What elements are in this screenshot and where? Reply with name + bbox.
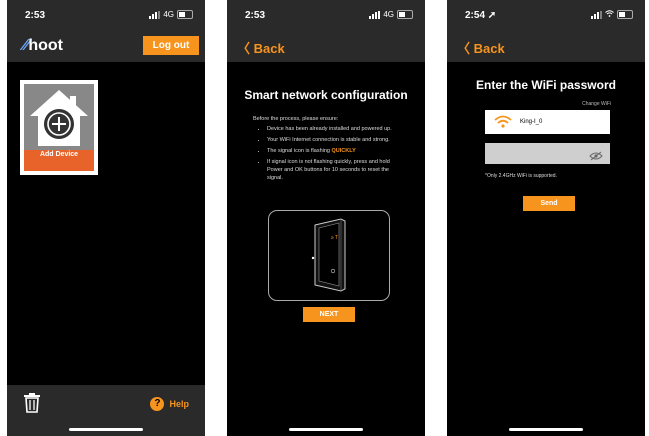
home-screen: 2:53 4G ⁄⁄hoot Log out Add Device ? Help (7, 0, 205, 436)
battery-icon (397, 10, 413, 19)
change-wifi-link[interactable]: Change WiFi (582, 101, 611, 107)
chevron-left-icon: 〈 (457, 41, 471, 56)
help-button[interactable]: ? Help (150, 397, 189, 411)
back-button[interactable]: 〈 Back (237, 38, 285, 57)
home-indicator (69, 428, 143, 431)
status-time: 2:53 (25, 10, 46, 21)
bottom-bar: ? Help (7, 385, 205, 436)
svg-text:≥ T: ≥ T (331, 235, 338, 241)
eye-slash-icon[interactable] (589, 148, 603, 166)
device-illustration: ≥ T (268, 210, 390, 301)
wifi-screen: 2:54 ➚ 〈 Back Enter the WiFi password Ch… (447, 0, 645, 436)
home-indicator (289, 428, 363, 431)
status-bar: 2:53 4G (7, 0, 205, 30)
back-label: Back (473, 41, 505, 56)
add-device-label: Add Device (24, 150, 94, 171)
add-device-text: Add Device (39, 151, 79, 158)
status-time: 2:54 ➚ (465, 10, 496, 21)
logo-text: hoot (28, 37, 63, 54)
house-icon (24, 84, 94, 151)
status-bar: 2:53 4G (227, 0, 425, 30)
add-device-tile[interactable]: Add Device (20, 80, 98, 175)
list-item: Your WiFi Internet connection is stable … (267, 136, 397, 144)
network-type: 4G (383, 10, 394, 19)
list-item: The signal icon is flashing QUICKLY (267, 147, 397, 155)
help-label: Help (169, 399, 189, 409)
location-arrow-icon: ➚ (487, 10, 497, 21)
status-time-text: 2:54 (465, 10, 486, 21)
network-type: 4G (163, 10, 174, 19)
wifi-network-field[interactable]: King-I_0 (485, 110, 610, 134)
page-title: Smart network configuration (244, 88, 408, 102)
instructions-intro: Before the process, please ensure: (253, 116, 339, 122)
status-indicators (591, 10, 633, 19)
step-text: The signal icon is flashing (267, 148, 330, 154)
status-time: 2:53 (245, 10, 266, 21)
list-item: If signal icon is not flashing quickly, … (267, 158, 397, 182)
page-title: Enter the WiFi password (476, 78, 616, 92)
wifi-status-icon (605, 10, 614, 19)
instruction-list: Device has been already installed and po… (255, 125, 397, 185)
config-screen: 2:53 4G 〈 Back Smart network configurati… (227, 0, 425, 436)
cell-signal-icon (369, 10, 381, 19)
chevron-left-icon: 〈 (237, 41, 251, 56)
list-item: Device has been already installed and po… (267, 125, 397, 133)
app-logo: ⁄⁄hoot (23, 37, 63, 55)
wifi-icon (494, 115, 512, 130)
help-icon: ? (150, 397, 165, 411)
wifi-note: *Only 2.4GHz WiFi is supported. (485, 173, 557, 179)
logout-button[interactable]: Log out (143, 36, 199, 55)
status-bar: 2:54 ➚ (447, 0, 645, 30)
quickly-highlight: QUICKLY (331, 148, 356, 154)
nav-bar: 〈 Back (447, 30, 645, 62)
battery-icon (177, 10, 193, 19)
cell-signal-icon (591, 10, 602, 19)
app-header: ⁄⁄hoot Log out (7, 30, 205, 62)
status-indicators: 4G (149, 10, 193, 19)
back-label: Back (253, 41, 285, 56)
send-button[interactable]: Send (523, 196, 575, 211)
next-button[interactable]: NEXT (303, 307, 355, 322)
status-indicators: 4G (369, 10, 413, 19)
nav-bar: 〈 Back (227, 30, 425, 62)
cell-signal-icon (149, 10, 161, 19)
trash-icon[interactable] (23, 393, 41, 418)
battery-icon (617, 10, 633, 19)
home-indicator (509, 428, 583, 431)
back-button[interactable]: 〈 Back (457, 38, 505, 57)
ssid-label: King-I_0 (520, 119, 543, 125)
